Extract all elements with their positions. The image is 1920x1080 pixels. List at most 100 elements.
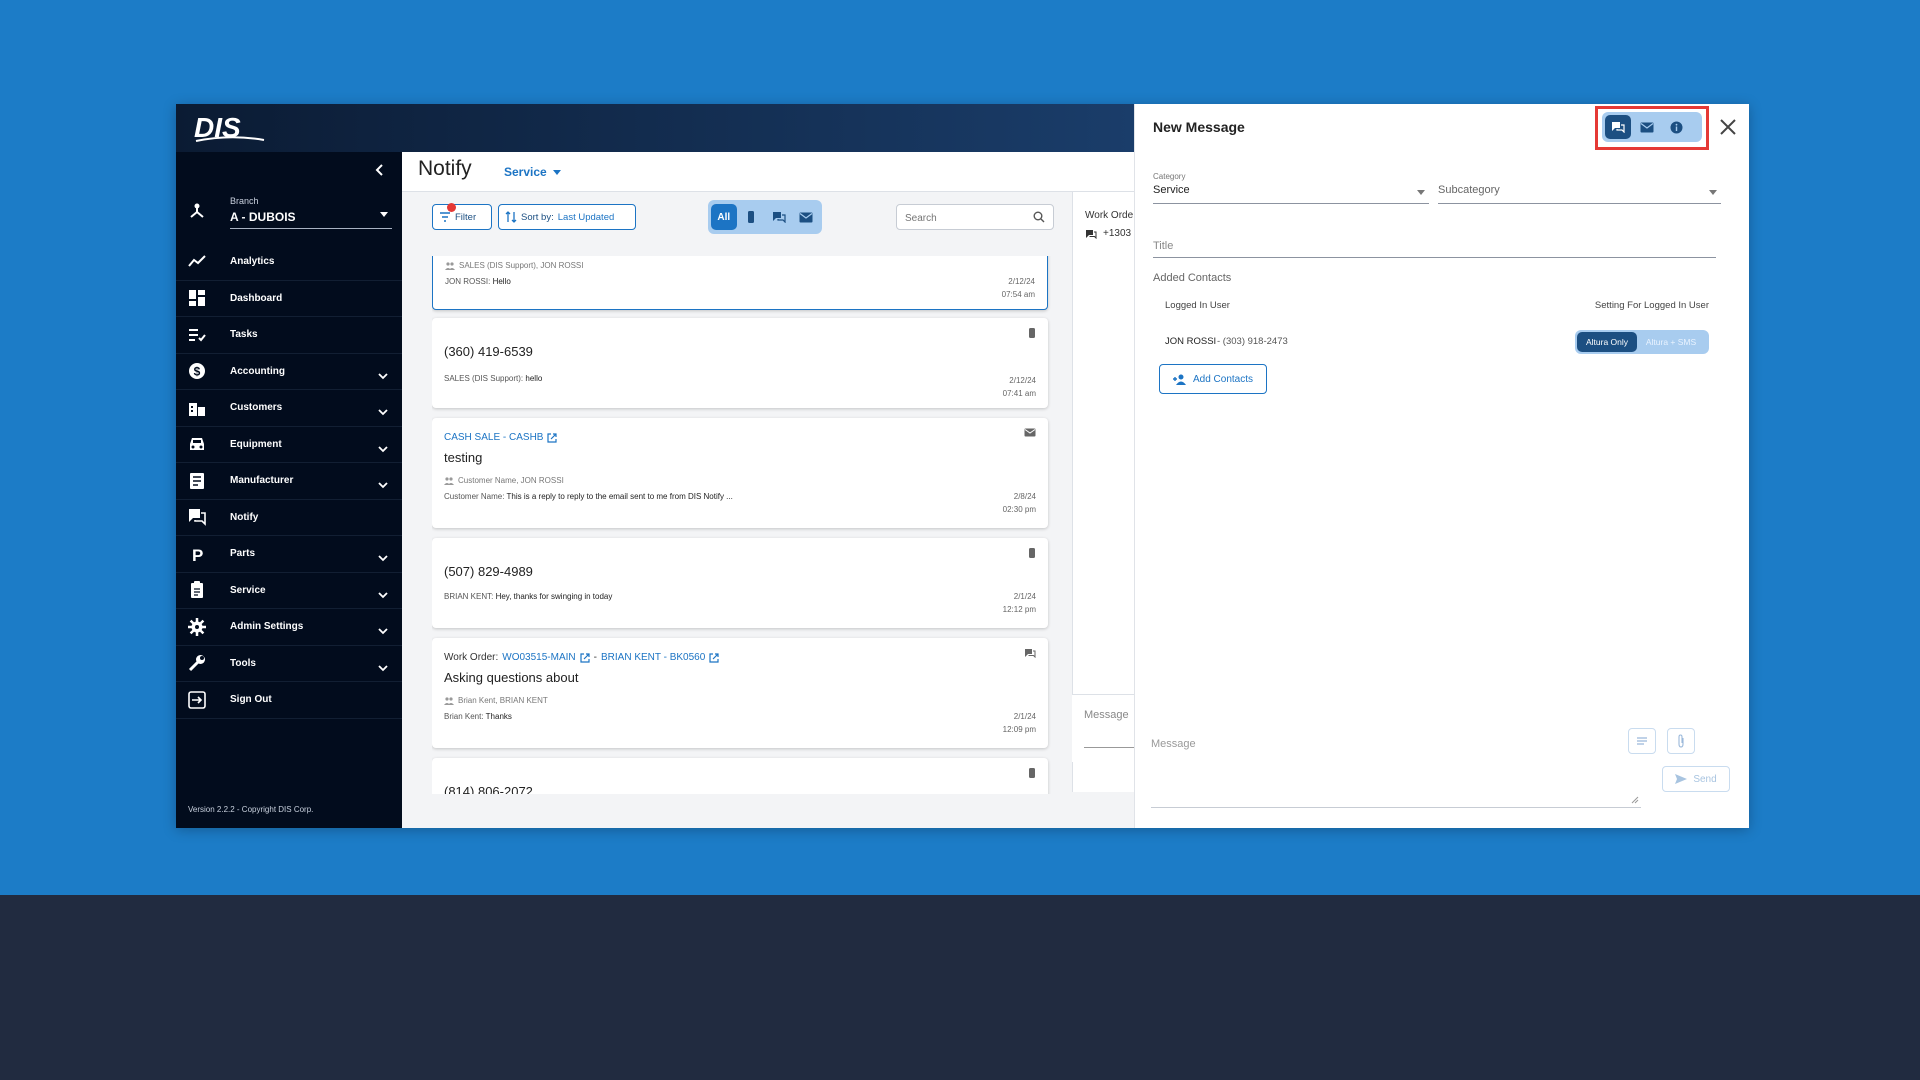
service-dropdown[interactable]: Service bbox=[504, 165, 561, 179]
contact-name: JON ROSSI bbox=[1165, 336, 1217, 347]
conversation-title: (360) 419-6539 bbox=[444, 344, 533, 359]
send-button[interactable]: Send bbox=[1662, 766, 1730, 792]
sidebar-item-notify[interactable]: Notify bbox=[176, 500, 402, 536]
caret-down-icon bbox=[1709, 190, 1717, 195]
participants-text: Brian Kent, BRIAN KENT bbox=[458, 696, 548, 705]
chevron-left-icon bbox=[375, 164, 383, 176]
subcategory-placeholder: Subcategory bbox=[1438, 184, 1500, 196]
sidebar-item-label: Parts bbox=[230, 548, 256, 560]
sidebar-item-analytics[interactable]: Analytics bbox=[176, 244, 402, 281]
time: 07:54 am bbox=[1001, 290, 1035, 299]
info-icon bbox=[1670, 121, 1682, 133]
add-contacts-button[interactable]: Add Contacts bbox=[1159, 364, 1267, 394]
new-message-panel: New Message Category Service Subcategory… bbox=[1134, 104, 1749, 828]
category-label: Category bbox=[1153, 172, 1186, 181]
conversation-card[interactable]: (360) 419-6539 SALES (DIS Support): hell… bbox=[432, 318, 1048, 408]
email-icon bbox=[799, 212, 813, 222]
sidebar-item-label: Tasks bbox=[230, 329, 258, 341]
conversation-card[interactable]: SALES (DIS Support), JON ROSSI JON ROSSI… bbox=[432, 256, 1048, 310]
work-order-prefix: Work Order: bbox=[444, 652, 499, 663]
conversation-card[interactable]: Work Order: WO03515-MAIN - BRIAN KENT - … bbox=[432, 638, 1048, 748]
customer-link[interactable]: BRIAN KENT - BK0560 bbox=[601, 652, 705, 663]
type-email-button[interactable] bbox=[794, 204, 820, 230]
detail-phone: +1303 bbox=[1085, 228, 1131, 239]
conversation-card[interactable]: CASH SALE - CASHB testing Customer Name,… bbox=[432, 418, 1048, 528]
altura-sms-option[interactable]: Altura + SMS bbox=[1637, 332, 1705, 352]
participants-text: SALES (DIS Support), JON ROSSI bbox=[459, 261, 584, 270]
main-header: Notify Service bbox=[402, 152, 1134, 192]
email-mode-button[interactable] bbox=[1634, 115, 1660, 139]
participants-text: Customer Name, JON ROSSI bbox=[458, 476, 564, 485]
customers-icon bbox=[188, 399, 206, 417]
detail-work-order: Work Orde bbox=[1085, 210, 1134, 221]
caret-down-icon bbox=[1417, 190, 1425, 195]
altura-only-option[interactable]: Altura Only bbox=[1577, 332, 1637, 352]
category-select[interactable]: Service bbox=[1153, 184, 1429, 204]
branch-selector[interactable]: Branch A - DUBOIS bbox=[176, 192, 402, 242]
date: 2/1/24 bbox=[1013, 712, 1036, 721]
last-message: Customer Name: This is a reply to reply … bbox=[444, 492, 733, 501]
branch-value[interactable]: A - DUBOIS bbox=[230, 210, 392, 229]
participants: Brian Kent, BRIAN KENT bbox=[444, 696, 548, 705]
last-message: JON ROSSI: Hello bbox=[445, 277, 511, 286]
sidebar-item-tools[interactable]: Tools bbox=[176, 646, 402, 682]
filter-button[interactable]: Filter bbox=[432, 203, 492, 230]
sidebar-item-customers[interactable]: Customers bbox=[176, 390, 402, 427]
chat-icon bbox=[772, 212, 786, 223]
last-message: BRIAN KENT: Hey, thanks for swinging in … bbox=[444, 592, 612, 601]
timestamp: 2/1/24 12:12 pm bbox=[1003, 590, 1036, 616]
sort-button[interactable]: Sort by: Last Updated bbox=[498, 204, 636, 230]
info-mode-button[interactable] bbox=[1663, 115, 1689, 139]
sidebar-item-label: Admin Settings bbox=[230, 621, 304, 633]
conversation-card[interactable]: (814) 806-2072 bbox=[432, 758, 1048, 794]
sidebar-item-tasks[interactable]: Tasks bbox=[176, 317, 402, 354]
sidebar-item-sign-out[interactable]: Sign Out bbox=[176, 682, 402, 719]
search-input[interactable] bbox=[905, 209, 1025, 227]
sidebar-item-parts[interactable]: P Parts bbox=[176, 536, 402, 573]
subcategory-select[interactable]: Subcategory bbox=[1438, 184, 1721, 204]
sidebar-item-manufacturer[interactable]: Manufacturer bbox=[176, 463, 402, 500]
sidebar-item-label: Notify bbox=[230, 511, 259, 523]
search-icon[interactable] bbox=[1033, 211, 1045, 223]
cash-sale-link[interactable]: CASH SALE - CASHB bbox=[444, 432, 558, 443]
work-order-link[interactable]: WO03515-MAIN bbox=[502, 652, 575, 663]
sidebar-item-admin-settings[interactable]: Admin Settings bbox=[176, 609, 402, 646]
collapse-sidebar-button[interactable] bbox=[368, 158, 392, 182]
attach-button[interactable] bbox=[1667, 728, 1695, 754]
type-all-button[interactable]: All bbox=[711, 204, 737, 230]
timestamp: 2/12/24 07:41 am bbox=[1003, 374, 1036, 400]
chat-icon bbox=[1025, 649, 1036, 658]
conversation-card[interactable]: (507) 829-4989 BRIAN KENT: Hey, thanks f… bbox=[432, 538, 1048, 628]
sms-icon bbox=[1029, 328, 1035, 338]
conversation-title: Asking questions about bbox=[444, 670, 579, 685]
title-input[interactable] bbox=[1153, 234, 1716, 258]
category-value: Service bbox=[1153, 184, 1190, 196]
detail-message-placeholder: Message bbox=[1084, 709, 1129, 721]
external-link-icon[interactable] bbox=[709, 652, 719, 663]
detail-message-input[interactable]: Message bbox=[1072, 694, 1142, 762]
tasks-icon bbox=[188, 326, 206, 344]
sidebar-item-accounting[interactable]: $ Accounting bbox=[176, 354, 402, 390]
sidebar-item-equipment[interactable]: Equipment bbox=[176, 427, 402, 463]
external-link-icon[interactable] bbox=[580, 652, 590, 663]
logged-in-user-label: Logged In User bbox=[1165, 300, 1230, 311]
sidebar-item-dashboard[interactable]: Dashboard bbox=[176, 281, 402, 317]
sidebar-item-label: Equipment bbox=[230, 438, 282, 450]
chevron-down-icon bbox=[378, 549, 388, 567]
close-icon[interactable] bbox=[1717, 116, 1739, 138]
caret-down-icon bbox=[380, 212, 388, 217]
branch-label: Branch bbox=[230, 196, 259, 206]
message-text: Hello bbox=[492, 277, 511, 286]
resize-grip-icon[interactable] bbox=[1631, 796, 1639, 804]
svg-text:P: P bbox=[192, 546, 203, 563]
add-person-icon bbox=[1172, 374, 1186, 385]
link-text: CASH SALE - CASHB bbox=[444, 432, 544, 443]
panel-title: New Message bbox=[1153, 119, 1245, 135]
chat-mode-button[interactable] bbox=[1605, 115, 1631, 139]
type-chat-button[interactable] bbox=[766, 204, 792, 230]
sidebar-item-service[interactable]: Service bbox=[176, 573, 402, 609]
type-sms-button[interactable] bbox=[739, 204, 765, 230]
conversation-title: (507) 829-4989 bbox=[444, 564, 533, 579]
message-textarea[interactable] bbox=[1151, 728, 1641, 808]
template-button[interactable] bbox=[1628, 728, 1656, 754]
